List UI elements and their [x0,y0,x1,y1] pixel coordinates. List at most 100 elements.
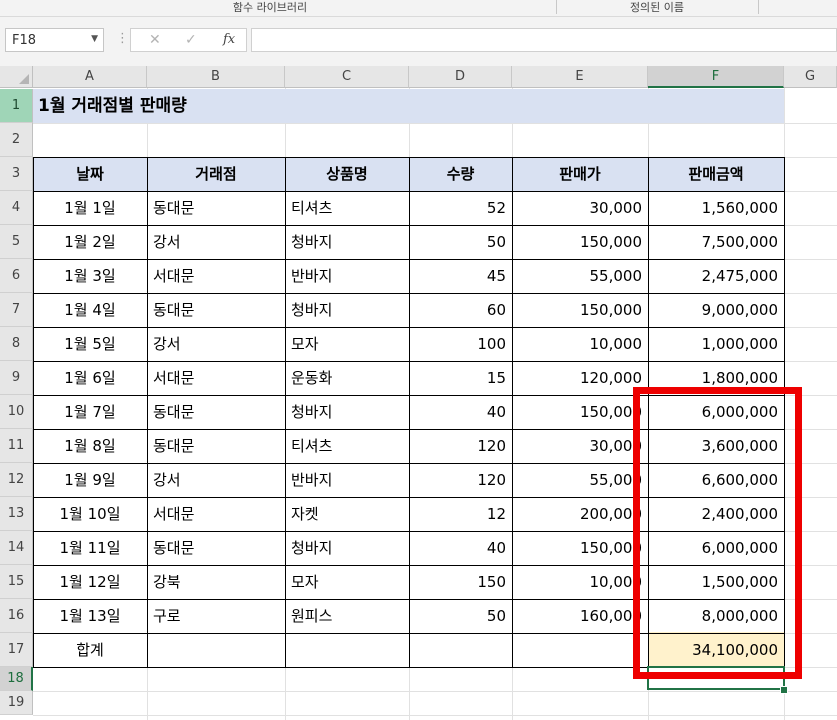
table-cell[interactable]: 120 [409,429,512,463]
row-header-9[interactable]: 9 [0,361,33,395]
fill-handle[interactable] [780,686,788,694]
table-cell[interactable]: 서대문 [147,497,285,531]
row-header-17[interactable]: 17 [0,633,33,667]
table-cell[interactable]: 55,000 [512,259,648,293]
column-header-g[interactable]: G [784,66,837,88]
table-cell[interactable]: 청바지 [285,225,409,259]
table-cell[interactable]: 1월 13일 [33,599,147,633]
table-cell[interactable]: 1월 9일 [33,463,147,497]
row-header-2[interactable]: 2 [0,123,33,157]
table-header-cell[interactable]: 판매가 [512,157,648,191]
table-cell[interactable]: 1,560,000 [648,191,784,225]
row-header-6[interactable]: 6 [0,259,33,293]
row-header-12[interactable]: 12 [0,463,33,497]
table-cell[interactable]: 티셔츠 [285,429,409,463]
table-cell[interactable]: 청바지 [285,293,409,327]
column-header-b[interactable]: B [147,66,285,88]
table-cell[interactable]: 모자 [285,565,409,599]
table-cell[interactable]: 55,000 [512,463,648,497]
worksheet-grid[interactable]: ABCDEFG 1 2 3 4 5 6 7 8 9 10 11 12 13 14 15 16 17 18 19 1월… [0,66,837,720]
total-label[interactable]: 합계 [33,633,147,667]
table-cell[interactable]: 원피스 [285,599,409,633]
table-cell[interactable]: 동대문 [147,429,285,463]
table-cell[interactable]: 강서 [147,225,285,259]
table-cell[interactable]: 100 [409,327,512,361]
table-cell[interactable]: 서대문 [147,259,285,293]
column-header-d[interactable]: D [409,66,512,88]
table-header-cell[interactable]: 판매금액 [648,157,784,191]
table-cell[interactable]: 청바지 [285,531,409,565]
table-cell[interactable]: 150,000 [512,395,648,429]
formula-input[interactable] [251,28,837,52]
table-cell[interactable]: 강서 [147,327,285,361]
table-cell[interactable]: 150,000 [512,293,648,327]
table-cell[interactable]: 1월 6일 [33,361,147,395]
table-cell[interactable]: 160,000 [512,599,648,633]
table-cell[interactable]: 1월 7일 [33,395,147,429]
cancel-icon[interactable]: ✕ [149,32,161,48]
table-cell[interactable]: 강서 [147,463,285,497]
table-cell[interactable]: 2,475,000 [648,259,784,293]
table-header-cell[interactable]: 수량 [409,157,512,191]
table-cell[interactable]: 15 [409,361,512,395]
table-cell[interactable]: 동대문 [147,293,285,327]
table-cell[interactable]: 동대문 [147,191,285,225]
row-header-13[interactable]: 13 [0,497,33,531]
column-header-c[interactable]: C [285,66,409,88]
table-cell[interactable]: 반바지 [285,259,409,293]
table-cell[interactable]: 52 [409,191,512,225]
row-header-3[interactable]: 3 [0,157,33,191]
row-header-4[interactable]: 4 [0,191,33,225]
table-header-cell[interactable]: 날짜 [33,157,147,191]
table-cell[interactable]: 서대문 [147,361,285,395]
table-cell[interactable]: 7,500,000 [648,225,784,259]
table-cell[interactable]: 1월 4일 [33,293,147,327]
table-cell[interactable]: 150 [409,565,512,599]
table-cell[interactable]: 1월 2일 [33,225,147,259]
table-cell[interactable]: 30,000 [512,429,648,463]
column-header-f[interactable]: F [648,66,784,88]
row-header-16[interactable]: 16 [0,599,33,633]
table-cell[interactable]: 120 [409,463,512,497]
column-header-a[interactable]: A [33,66,147,88]
row-header-11[interactable]: 11 [0,429,33,463]
chevron-down-icon[interactable]: ▼ [91,34,98,44]
column-header-e[interactable]: E [512,66,648,88]
row-header-18[interactable]: 18 [0,667,33,691]
table-header-cell[interactable]: 거래점 [147,157,285,191]
table-cell[interactable]: 60 [409,293,512,327]
table-cell[interactable]: 10,000 [512,565,648,599]
table-cell[interactable]: 1월 10일 [33,497,147,531]
table-cell[interactable]: 반바지 [285,463,409,497]
table-cell[interactable]: 30,000 [512,191,648,225]
table-cell[interactable]: 모자 [285,327,409,361]
table-cell[interactable]: 150,000 [512,225,648,259]
table-cell[interactable]: 9,000,000 [648,293,784,327]
table-cell[interactable]: 동대문 [147,395,285,429]
table-cell[interactable]: 150,000 [512,531,648,565]
row-header-14[interactable]: 14 [0,531,33,565]
table-cell[interactable]: 청바지 [285,395,409,429]
row-header-1[interactable]: 1 [0,89,33,123]
row-header-10[interactable]: 10 [0,395,33,429]
table-cell[interactable]: 50 [409,599,512,633]
table-header-cell[interactable]: 상품명 [285,157,409,191]
table-cell[interactable]: 1,000,000 [648,327,784,361]
row-header-8[interactable]: 8 [0,327,33,361]
table-cell[interactable]: 자켓 [285,497,409,531]
table-cell[interactable]: 50 [409,225,512,259]
row-header-19[interactable]: 19 [0,691,33,715]
enter-icon[interactable]: ✓ [185,32,197,48]
name-box[interactable]: F18 ▼ [5,28,104,52]
table-cell[interactable]: 티셔츠 [285,191,409,225]
table-cell[interactable]: 40 [409,531,512,565]
table-cell[interactable]: 1월 3일 [33,259,147,293]
table-cell[interactable]: 1월 12일 [33,565,147,599]
table-cell[interactable]: 동대문 [147,531,285,565]
table-cell[interactable]: 운동화 [285,361,409,395]
row-header-5[interactable]: 5 [0,225,33,259]
table-cell[interactable]: 120,000 [512,361,648,395]
table-cell[interactable]: 10,000 [512,327,648,361]
row-header-15[interactable]: 15 [0,565,33,599]
table-cell[interactable]: 1월 1일 [33,191,147,225]
